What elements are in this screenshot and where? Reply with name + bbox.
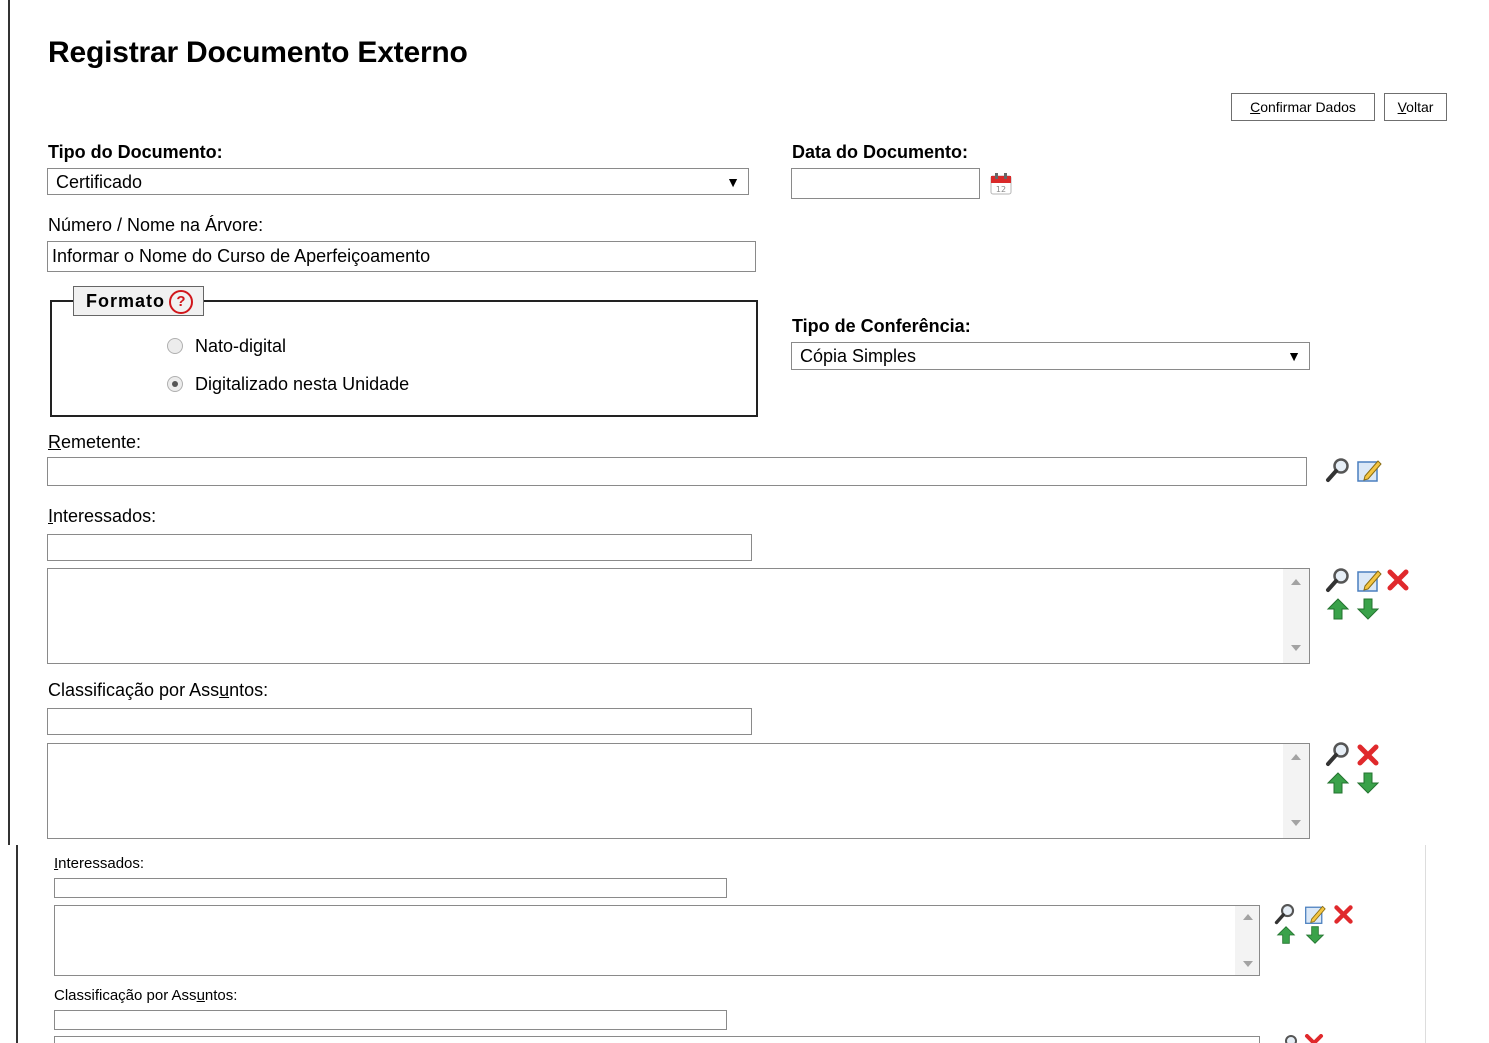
radio-nato-digital-label[interactable]: Nato-digital — [195, 336, 286, 357]
remove-icon[interactable] — [1386, 568, 1410, 592]
move-down-icon[interactable] — [1356, 597, 1380, 621]
interested-listbox[interactable] — [47, 568, 1310, 664]
scrollbar[interactable] — [1283, 744, 1309, 838]
document-date-label: Data do Documento: — [792, 142, 969, 162]
lower-subject-listbox[interactable] — [54, 1036, 1260, 1043]
format-legend: Formato? — [73, 286, 204, 316]
document-date-input[interactable] — [791, 168, 980, 199]
lower-interested-label: Interessados: — [54, 855, 144, 872]
scroll-up-icon[interactable] — [1291, 579, 1301, 585]
svg-text:12: 12 — [996, 185, 1006, 194]
search-icon[interactable] — [1325, 567, 1351, 593]
scrollbar[interactable] — [1235, 906, 1259, 975]
conference-type-select[interactable]: Cópia Simples ▼ — [791, 342, 1310, 370]
remove-icon[interactable] — [1333, 904, 1354, 925]
scroll-down-icon[interactable] — [1291, 645, 1301, 651]
search-icon[interactable] — [1325, 457, 1351, 483]
tree-name-input[interactable]: Informar o Nome do Curso de Aperfeiçoame… — [47, 241, 756, 272]
sender-label: Remetente: — [48, 432, 141, 453]
dropdown-arrow-icon: ▼ — [1287, 348, 1301, 364]
lower-subject-label: Classificação por Assuntos: — [54, 987, 237, 1004]
tree-name-label: Número / Nome na Árvore: — [48, 215, 264, 235]
left-border-line — [8, 0, 10, 845]
conference-type-label: Tipo de Conferência: — [792, 316, 971, 336]
back-label-rest: oltar — [1406, 99, 1434, 115]
interested-input[interactable] — [47, 534, 752, 561]
radio-nato-digital[interactable] — [167, 338, 183, 354]
move-up-icon[interactable] — [1326, 597, 1350, 621]
scroll-down-icon[interactable] — [1291, 820, 1301, 826]
lower-subject-label-post: ntos: — [204, 987, 238, 1004]
lower-interested-input[interactable] — [54, 878, 727, 898]
document-type-select[interactable]: Certificado ▼ — [47, 168, 749, 195]
lower-subject-input[interactable] — [54, 1010, 727, 1030]
radio-digitalizado-label[interactable]: Digitalizado nesta Unidade — [195, 374, 409, 395]
scrollbar[interactable] — [1283, 569, 1309, 663]
lower-subject-accesskey: u — [196, 987, 205, 1004]
interested-label: Interessados: — [48, 506, 156, 527]
search-icon[interactable] — [1274, 903, 1296, 925]
back-button[interactable]: Voltar — [1384, 93, 1447, 121]
edit-icon[interactable] — [1304, 903, 1326, 925]
confirm-accesskey: C — [1250, 99, 1261, 115]
help-icon[interactable]: ? — [169, 290, 193, 314]
scroll-up-icon[interactable] — [1291, 754, 1301, 760]
remove-icon[interactable] — [1304, 1034, 1324, 1043]
search-icon[interactable] — [1278, 1033, 1300, 1043]
search-icon[interactable] — [1325, 741, 1351, 767]
subject-label-post: ntos: — [229, 680, 269, 700]
back-accesskey: V — [1397, 99, 1407, 115]
sender-accesskey: R — [48, 432, 61, 452]
subject-label-pre: Classificação por Ass — [48, 680, 220, 700]
document-type-value: Certificado — [56, 172, 143, 192]
scroll-down-icon[interactable] — [1243, 961, 1253, 967]
move-down-icon[interactable] — [1356, 771, 1380, 795]
scroll-up-icon[interactable] — [1243, 914, 1253, 920]
radio-digitalizado[interactable] — [167, 376, 183, 392]
lower-interested-listbox[interactable] — [54, 905, 1260, 976]
remove-icon[interactable] — [1356, 743, 1380, 767]
edit-icon[interactable] — [1356, 457, 1382, 483]
document-type-label: Tipo do Documento: — [48, 142, 223, 162]
move-down-icon[interactable] — [1305, 925, 1325, 945]
lower-subject-label-pre: Classificação por Ass — [54, 987, 197, 1004]
dropdown-arrow-icon: ▼ — [726, 174, 740, 190]
subject-accesskey: u — [219, 680, 230, 700]
confirm-data-button[interactable]: Confirmar Dados — [1231, 93, 1375, 121]
move-up-icon[interactable] — [1276, 925, 1296, 945]
calendar-icon[interactable]: 12 — [989, 172, 1013, 196]
subject-input[interactable] — [47, 708, 752, 735]
format-legend-text: Formato — [86, 291, 165, 311]
format-fieldset — [50, 300, 758, 417]
sender-label-rest: emetente: — [61, 432, 142, 452]
lower-interested-label-rest: nteressados: — [58, 855, 145, 872]
edit-icon[interactable] — [1356, 567, 1382, 593]
page-title: Registrar Documento Externo — [48, 36, 468, 69]
subject-listbox[interactable] — [47, 743, 1310, 839]
confirm-label-rest: onfirmar Dados — [1260, 99, 1356, 115]
move-up-icon[interactable] — [1326, 771, 1350, 795]
sender-input[interactable] — [47, 457, 1307, 486]
subject-classification-label: Classificação por Assuntos: — [48, 680, 268, 701]
conference-type-value: Cópia Simples — [800, 346, 917, 366]
interested-label-rest: nteressados: — [53, 506, 157, 526]
